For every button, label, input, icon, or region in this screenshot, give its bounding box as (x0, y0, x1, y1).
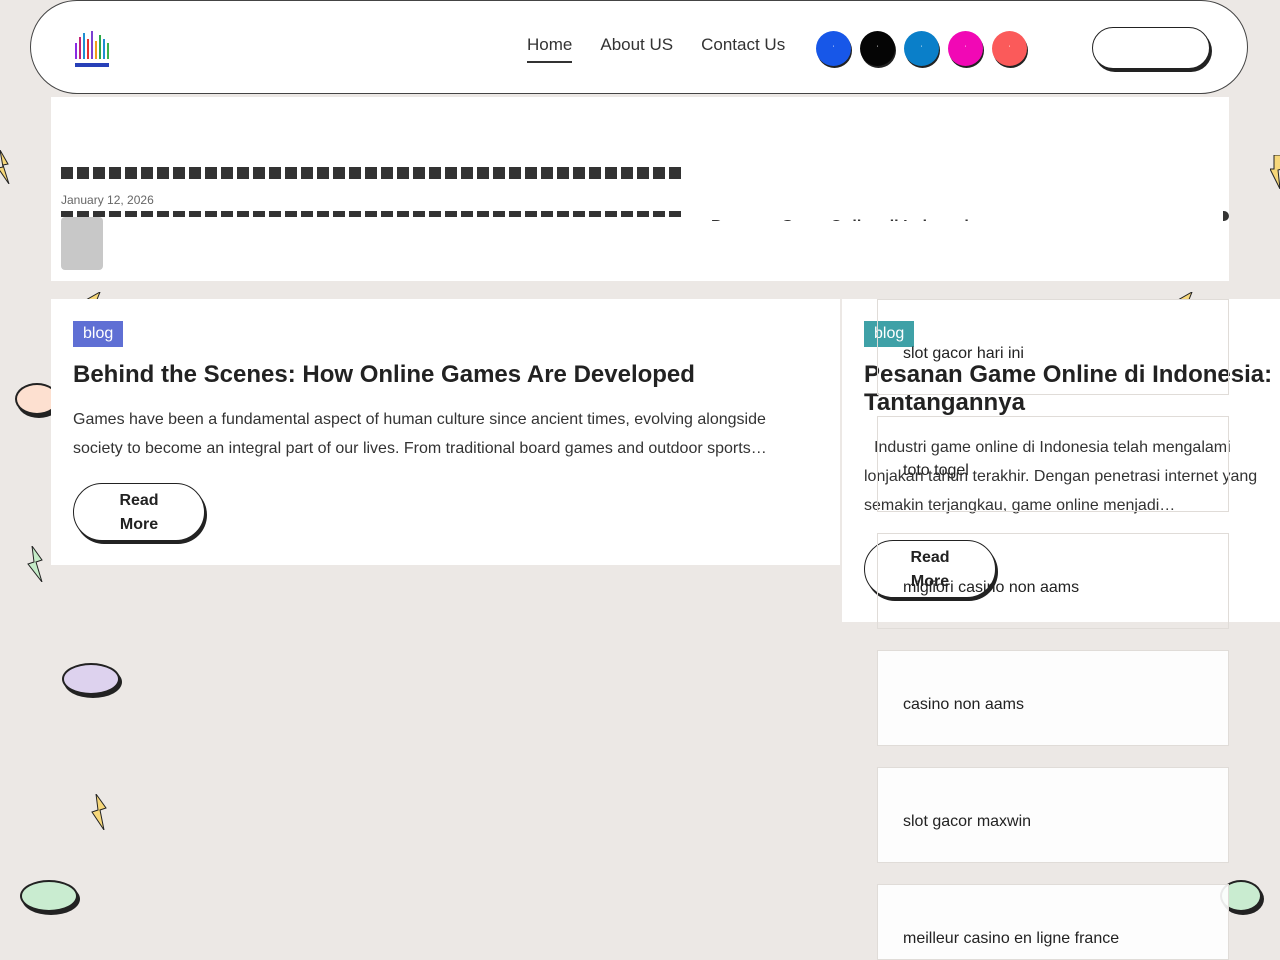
sidebar-link[interactable]: slot gacor hari ini (903, 345, 1024, 363)
lightning-bolt-icon (0, 150, 10, 184)
site-header: Home About US Contact Us ' ' ' ' ' (30, 0, 1248, 94)
youtube-icon[interactable]: ' (992, 31, 1027, 66)
header-cta-button[interactable] (1092, 27, 1210, 69)
ticker-marker (1223, 211, 1229, 221)
post-card: blog Behind the Scenes: How Online Games… (51, 299, 840, 565)
read-more-button[interactable]: Read More (73, 483, 205, 541)
logo-equalizer-icon (75, 31, 109, 67)
sidebar-link[interactable]: casino non aams (903, 696, 1024, 714)
sidebar-link[interactable]: meilleur casino en ligne france (903, 930, 1119, 948)
sidebar-link-card[interactable]: migliori casino non aams (877, 533, 1229, 629)
ticker-next-title[interactable]: Pesanan Game Online di Indonesia: Peluan… (711, 211, 1011, 221)
nav-contact-us[interactable]: Contact Us (701, 35, 785, 63)
ticker-thumbnail[interactable] (61, 217, 103, 270)
sidebar-link[interactable]: migliori casino non aams (903, 579, 1079, 597)
sidebar-link-card[interactable]: casino non aams (877, 650, 1229, 746)
sidebar-link-card[interactable]: toto togel (877, 416, 1229, 512)
instagram-icon[interactable]: ' (948, 31, 983, 66)
ticker-date: January 12, 2026 (61, 193, 154, 207)
facebook-icon[interactable]: ' (816, 31, 851, 66)
lightning-bolt-icon (26, 546, 44, 582)
sidebar-link-card[interactable]: meilleur casino en ligne france (877, 884, 1229, 960)
lightning-bolt-icon (1270, 155, 1280, 189)
linkedin-icon[interactable]: ' (904, 31, 939, 66)
x-icon[interactable]: ' (860, 31, 895, 66)
lightning-bolt-icon (90, 794, 108, 830)
main-nav: Home About US Contact Us (527, 35, 785, 63)
sidebar-link[interactable]: slot gacor maxwin (903, 813, 1031, 831)
nav-about-us[interactable]: About US (600, 35, 673, 63)
sidebar-link[interactable]: toto togel (903, 462, 969, 480)
site-logo[interactable] (73, 29, 113, 71)
sidebar-link-card[interactable]: slot gacor hari ini (877, 299, 1229, 395)
ticker-title-placeholder (61, 167, 683, 179)
post-title[interactable]: Behind the Scenes: How Online Games Are … (73, 361, 818, 389)
nav-home[interactable]: Home (527, 35, 573, 63)
sidebar-link-card[interactable]: slot gacor maxwin (877, 767, 1229, 863)
decorative-blob (20, 880, 78, 912)
category-tag[interactable]: blog (73, 321, 124, 347)
trending-ticker: January 12, 2026 Pesanan Game Online di … (51, 97, 1229, 281)
decorative-blob (62, 663, 120, 695)
post-excerpt: Games have been a fundamental aspect of … (73, 411, 767, 457)
ticker-title-placeholder (61, 211, 683, 217)
social-links: ' ' ' ' ' (816, 31, 1027, 66)
